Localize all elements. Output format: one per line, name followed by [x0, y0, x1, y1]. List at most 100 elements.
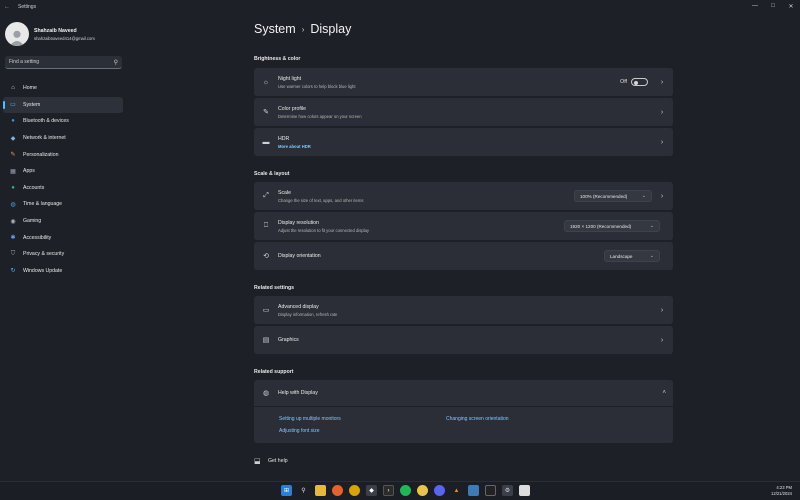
shield-icon: ⛉ — [10, 250, 16, 257]
accessibility-icon: ✱ — [10, 235, 16, 242]
vlc-icon[interactable]: ▲ — [451, 485, 462, 496]
search-icon[interactable]: ⚲ — [114, 59, 118, 66]
color-profile-card[interactable]: ✎ Color profile Determine how colors app… — [254, 98, 673, 126]
gamepad-icon: ◉ — [10, 218, 16, 225]
breadcrumb-parent[interactable]: System — [254, 22, 296, 36]
night-light-toggle-label: Off — [620, 79, 627, 85]
apps-icon: ▦ — [10, 168, 16, 175]
chrome-icon[interactable] — [349, 485, 360, 496]
sidebar-item-home[interactable]: ⌂ Home — [3, 80, 123, 97]
terminal-icon[interactable]: › — [383, 485, 394, 496]
monitor-icon: ▭ — [262, 307, 270, 314]
bluetooth-icon: ● — [11, 118, 15, 125]
title-bar: ← Settings — □ ✕ — [0, 0, 800, 14]
wifi-icon: ◆ — [10, 135, 16, 142]
pen-icon: ✎ — [263, 109, 269, 116]
hdr-link[interactable]: More about HDR — [278, 144, 658, 149]
chevron-right-icon[interactable]: › — [658, 193, 666, 200]
photos-icon[interactable] — [468, 485, 479, 496]
davinci-icon[interactable] — [485, 485, 496, 496]
chevron-right-icon[interactable]: › — [658, 307, 666, 314]
app-icon[interactable]: ◆ — [366, 485, 377, 496]
taskbar-icons: ⊞ ⚲ ◆ › ▲ ⚙ — [281, 485, 536, 496]
help-link-multiple-monitors[interactable]: Setting up multiple monitors — [279, 416, 341, 422]
display-resolution-card[interactable]: ⎕ Display resolution Adjust the resoluti… — [254, 212, 673, 240]
windows-start-icon[interactable]: ⊞ — [281, 485, 292, 496]
get-help-link[interactable]: ⬓ Get help — [254, 457, 288, 465]
home-icon: ⌂ — [11, 85, 15, 92]
maximize-icon[interactable]: □ — [764, 0, 782, 12]
chrome-canary-icon[interactable] — [417, 485, 428, 496]
scale-icon: ⤢ — [263, 192, 269, 199]
night-light-card[interactable]: ☼ Night light Use warmer colors to help … — [254, 68, 673, 96]
globe-clock-icon: ◍ — [10, 201, 16, 208]
file-explorer-icon[interactable] — [315, 485, 326, 496]
scale-card[interactable]: ⤢ Scale Change the size of text, apps, a… — [254, 182, 673, 210]
sun-icon: ☼ — [262, 78, 270, 86]
sidebar-item-network[interactable]: ◆ Network & internet — [3, 130, 123, 147]
night-light-toggle[interactable] — [631, 78, 648, 86]
nav-list: ⌂ Home ▭ System ● Bluetooth & devices ◆ … — [3, 80, 123, 279]
chevron-right-icon[interactable]: › — [658, 79, 666, 86]
sidebar-item-accessibility[interactable]: ✱ Accessibility — [3, 229, 123, 246]
help-chat-icon: ⬓ — [254, 458, 261, 465]
get-help-label: Get help — [268, 458, 288, 464]
color-profile-title: Color profile — [278, 105, 306, 112]
help-links: Setting up multiple monitors Changing sc… — [254, 407, 673, 443]
display-resolution-title: Display resolution — [278, 219, 319, 226]
display-resolution-dropdown[interactable]: 1920 × 1200 (Recommended) ⌄ — [564, 220, 660, 232]
firefox-icon[interactable] — [332, 485, 343, 496]
sidebar-item-gaming[interactable]: ◉ Gaming — [3, 213, 123, 230]
help-link-font-size[interactable]: Adjusting font size — [279, 428, 320, 434]
user-profile[interactable]: Shahzaib Naveed shahzaibnaveed414@gmail.… — [5, 22, 95, 46]
person-icon: ● — [11, 184, 15, 191]
sidebar-item-label: Windows Update — [23, 267, 63, 274]
display-orientation-dropdown[interactable]: Landscape ⌄ — [604, 250, 660, 262]
sidebar-item-system[interactable]: ▭ System — [3, 96, 123, 114]
sidebar-item-windows-update[interactable]: ↻ Windows Update — [3, 263, 123, 280]
taskbar: ⊞ ⚲ ◆ › ▲ ⚙ 4:23 PM 12/21/2024 — [0, 481, 800, 500]
help-link-screen-orientation[interactable]: Changing screen orientation — [446, 416, 509, 422]
sidebar-item-label: Apps — [23, 168, 35, 175]
display-orientation-card[interactable]: ⟲ Display orientation Landscape ⌄ — [254, 242, 673, 270]
discord-icon[interactable] — [434, 485, 445, 496]
taskbar-clock[interactable]: 4:23 PM 12/21/2024 — [771, 485, 792, 497]
chevron-down-icon: ⌄ — [641, 193, 646, 199]
close-icon[interactable]: ✕ — [782, 0, 800, 12]
sidebar: Shahzaib Naveed shahzaibnaveed414@gmail.… — [0, 14, 128, 484]
search-icon[interactable]: ⚲ — [298, 485, 309, 496]
sidebar-item-label: Accessibility — [23, 234, 52, 241]
chevron-down-icon: ⌄ — [649, 253, 654, 259]
advanced-display-card[interactable]: ▭ Advanced display Display information, … — [254, 296, 673, 324]
app-icon-2[interactable] — [519, 485, 530, 496]
help-with-display-title: Help with Display — [278, 390, 318, 396]
chevron-right-icon[interactable]: › — [658, 337, 666, 344]
user-name: Shahzaib Naveed — [34, 27, 77, 34]
sidebar-item-privacy[interactable]: ⛉ Privacy & security — [3, 246, 123, 263]
graphics-card[interactable]: ▤ Graphics › — [254, 326, 673, 354]
spotify-icon[interactable] — [400, 485, 411, 496]
back-arrow-icon[interactable]: ← — [0, 4, 14, 10]
help-with-display-header[interactable]: ◍ Help with Display ˄ — [254, 380, 673, 407]
chevron-right-icon[interactable]: › — [658, 109, 666, 116]
settings-icon[interactable]: ⚙ — [502, 485, 513, 496]
sidebar-item-time-language[interactable]: ◍ Time & language — [3, 196, 123, 213]
search-box[interactable]: ⚲ — [5, 56, 122, 69]
chevron-down-icon: ⌄ — [649, 223, 654, 229]
sidebar-item-accounts[interactable]: ● Accounts — [3, 180, 123, 197]
chevron-right-icon[interactable]: › — [658, 139, 666, 146]
scale-dropdown[interactable]: 100% (Recommended) ⌄ — [574, 190, 652, 202]
brush-icon: ✎ — [10, 152, 16, 159]
hdr-card[interactable]: ▬ HDR More about HDR › — [254, 128, 673, 156]
section-heading-scale-layout: Scale & layout — [254, 171, 290, 177]
chevron-up-icon[interactable]: ˄ — [662, 390, 666, 396]
sidebar-item-label: Personalization — [23, 151, 59, 158]
sidebar-item-apps[interactable]: ▦ Apps — [3, 163, 123, 180]
sidebar-item-personalization[interactable]: ✎ Personalization — [3, 146, 123, 163]
search-input[interactable] — [9, 59, 99, 65]
sidebar-item-bluetooth[interactable]: ● Bluetooth & devices — [3, 113, 123, 130]
user-email: shahzaibnaveed414@gmail.com — [34, 35, 95, 41]
resolution-icon: ⎕ — [263, 222, 269, 229]
help-with-display-card: ◍ Help with Display ˄ Setting up multipl… — [254, 380, 673, 443]
minimize-icon[interactable]: — — [746, 0, 764, 12]
